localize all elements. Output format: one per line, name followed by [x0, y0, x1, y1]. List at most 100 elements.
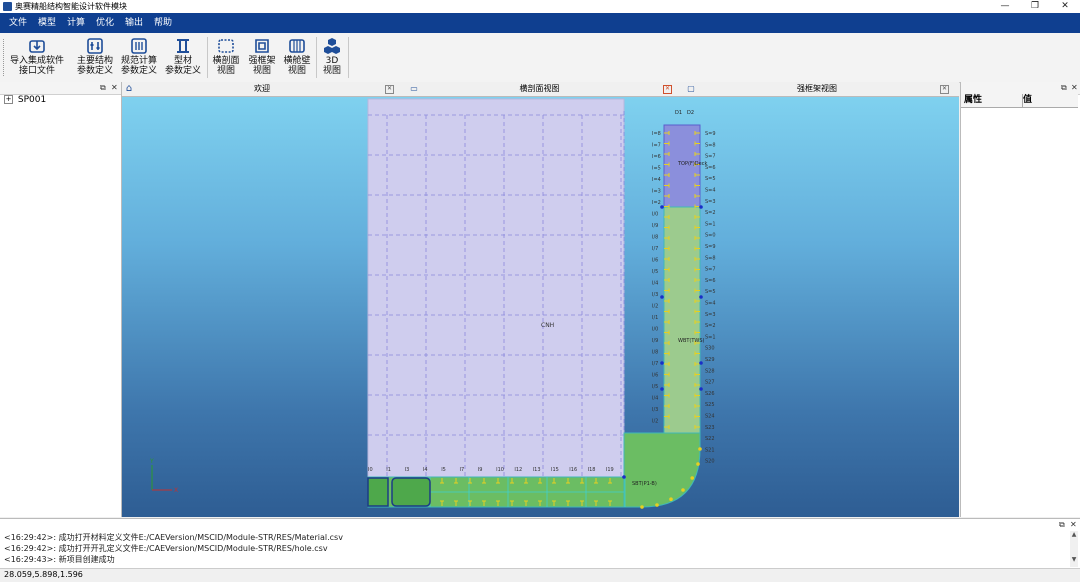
bilge-tank [623, 432, 701, 508]
bottom-plate-label: I15 [551, 467, 559, 473]
toolbar-separator [348, 37, 349, 78]
axis-x-label: X [174, 487, 178, 494]
menu-calc[interactable]: 计算 [63, 13, 89, 33]
inner-plate-label: I=7 [652, 143, 661, 149]
import-interface-button[interactable]: 导入集成软件 接口文件 [8, 35, 66, 81]
duct-keel-right [391, 477, 431, 507]
float-icon[interactable]: ⧉ [100, 83, 106, 93]
shell-plate-label: S=8 [705, 142, 716, 148]
props-col-value[interactable]: 值 [1023, 94, 1078, 108]
bottom-plate-label: I18 [588, 467, 596, 473]
bottom-plate-label: I19 [606, 467, 614, 473]
toolbar-separator [207, 37, 208, 78]
axis-triad: Y X [149, 458, 178, 494]
float-icon[interactable]: ⧉ [1061, 83, 1067, 93]
tree-node-sp001[interactable]: + SP001 [4, 95, 46, 105]
inner-plate-label: I/5 [652, 269, 658, 275]
bilge-stiffener [681, 488, 685, 492]
toolbar-grip[interactable] [3, 39, 7, 76]
shell-plate-label: S23 [705, 425, 715, 431]
home-icon[interactable]: ⌂ [124, 82, 134, 96]
cross-section-viewport[interactable]: I=8 I=7 I=6 I=5 I=4 I=3 I=2 I/0 I/9 I/8 I/7 I/6 I/5 I… [122, 97, 959, 517]
inner-plate-label: I/6 [652, 258, 658, 264]
node-point [660, 295, 664, 299]
expand-icon[interactable]: + [4, 95, 13, 104]
bottom-plate-label: I5 [441, 467, 446, 473]
node-point [699, 205, 703, 209]
menu-help[interactable]: 帮助 [150, 13, 176, 33]
inner-plate-label: I=2 [652, 200, 661, 206]
bottom-plate-label: I4 [423, 467, 428, 473]
rule-label-1: 规范计算 [120, 56, 157, 66]
shell-plate-label: S=2 [705, 210, 716, 216]
profile-params-button[interactable]: 型材 参数定义 [162, 35, 204, 81]
close-icon[interactable]: ✕ [111, 83, 118, 92]
float-icon[interactable]: ⧉ [1059, 520, 1065, 530]
bilge-stiffener [696, 462, 700, 466]
document-tab-bar: ⌂ 欢迎 ✕ ▭ 横剖面视图 ✕ ▢ 强框架视图 ✕ [122, 82, 959, 97]
shell-plate-label: S=9 [705, 244, 716, 250]
bulkhead-icon [289, 39, 305, 53]
bottom-plate-label: I7 [460, 467, 465, 473]
bilge-label: SBT(P1-B) [632, 481, 657, 487]
shell-plate-label: S24 [705, 414, 715, 420]
close-icon[interactable]: ✕ [1071, 83, 1078, 92]
bottom-plate-label: I10 [496, 467, 504, 473]
shell-plate-label: S21 [705, 447, 715, 453]
bulk-label-1: 横舱壁 [283, 56, 311, 66]
upper-wing-label: TOP(F)Deck [677, 161, 707, 167]
node-point [660, 361, 664, 365]
bulk-label-2: 视图 [287, 66, 306, 76]
main-structure-params-button[interactable]: 主要结构 参数定义 [74, 35, 116, 81]
bilge-stiffener [640, 505, 644, 509]
menu-file[interactable]: 文件 [5, 13, 31, 33]
bilge-stiffener [690, 476, 695, 480]
menu-model[interactable]: 模型 [34, 13, 60, 33]
inner-plate-label: I/5 [652, 384, 658, 390]
3d-label-1: 3D [325, 56, 339, 66]
cross-section-tab-icon: ▭ [410, 84, 418, 93]
shell-plate-label: S28 [705, 368, 715, 374]
shell-plate-label: S=5 [705, 289, 716, 295]
tab-welcome[interactable]: 欢迎 [202, 82, 322, 96]
tab-cross-section[interactable]: 横剖面视图 [462, 82, 617, 96]
menu-output[interactable]: 输出 [121, 13, 147, 33]
shell-plate-label: S30 [705, 346, 715, 352]
import-icon [29, 40, 45, 53]
tab-web-frame[interactable]: 强框架视图 [742, 82, 892, 96]
tab-cross-section-close-icon[interactable]: ✕ [663, 85, 672, 94]
minimize-button[interactable]: — [990, 0, 1020, 13]
deck-label-d1: D1 [675, 110, 682, 116]
shell-plate-label: S22 [705, 436, 715, 442]
cross-section-view-button[interactable]: 横剖面 视图 [210, 35, 242, 81]
frame-label-2: 视图 [252, 66, 271, 76]
toolbar: 导入集成软件 接口文件 主要结构 参数定义 规范计算 参数定义 型材 参数定义 … [0, 33, 1080, 83]
maximize-button[interactable]: ❐ [1020, 0, 1050, 13]
frame-tab-icon: ▢ [687, 84, 695, 93]
inner-plate-label: I/2 [652, 304, 658, 310]
close-icon[interactable]: ✕ [1070, 520, 1077, 529]
output-log-panel: ⧉ ✕ <16:29:42>: 成功打开材料定义文件E:/CAEVersion/… [0, 518, 1080, 569]
node-point [699, 361, 703, 365]
inner-plate-label: I/6 [652, 373, 658, 379]
rule-calc-params-button[interactable]: 规范计算 参数定义 [118, 35, 160, 81]
log-scrollbar[interactable]: ▲ ▼ [1070, 531, 1078, 567]
shell-plate-label: S=2 [705, 323, 716, 329]
inner-plate-label: I/0 [652, 327, 658, 333]
inner-plate-label: I/1 [652, 315, 658, 321]
tab-welcome-close-icon[interactable]: ✕ [385, 85, 394, 94]
bulkhead-view-button[interactable]: 横舱壁 视图 [281, 35, 313, 81]
close-button[interactable]: ✕ [1050, 0, 1080, 13]
tab-frame-close-icon[interactable]: ✕ [940, 85, 949, 94]
inner-plate-label: I/4 [652, 396, 658, 402]
3d-view-button[interactable]: 3D 视图 [318, 35, 346, 81]
shell-plate-label: S=8 [705, 255, 716, 261]
inner-plate-label: I/8 [652, 235, 658, 241]
menu-optimize[interactable]: 优化 [92, 13, 118, 33]
calc-sliders-icon [131, 38, 147, 54]
shell-plate-label: S=7 [705, 267, 716, 273]
web-frame-view-button[interactable]: 强框架 视图 [246, 35, 278, 81]
props-col-attribute[interactable]: 属性 [961, 94, 1023, 108]
shell-plate-label: S=1 [705, 334, 716, 340]
cursor-coordinates: 28.059,5.898,1.596 [4, 570, 83, 579]
